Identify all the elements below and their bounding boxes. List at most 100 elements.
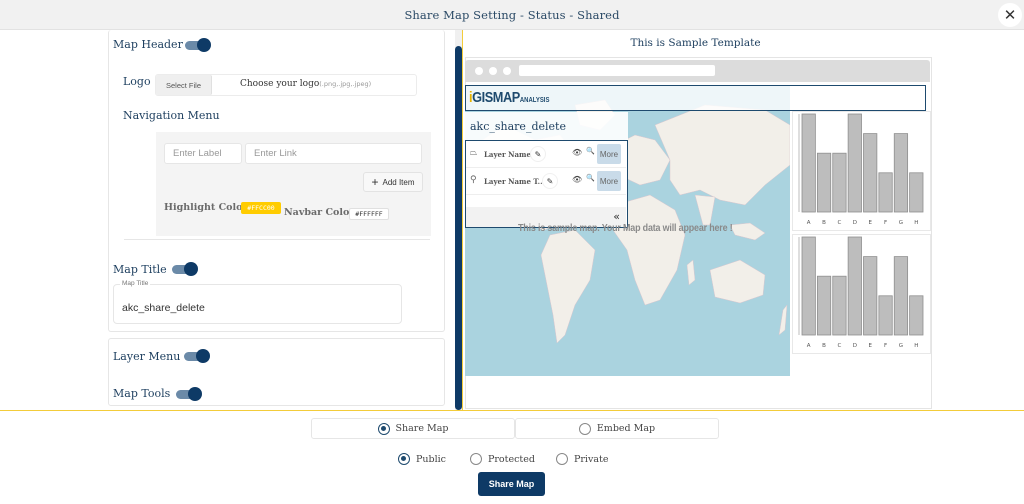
x-tick-label: B xyxy=(822,220,826,226)
navigation-menu-label: Navigation Menu xyxy=(123,109,220,122)
navbar-color-picker[interactable]: #FFFFFF xyxy=(349,208,389,220)
bar-F xyxy=(878,172,893,213)
window-dot xyxy=(489,67,497,75)
bar-H xyxy=(909,172,924,213)
x-tick-label: F xyxy=(884,220,887,226)
map-title-label: Map Title xyxy=(113,263,167,276)
preview-map-title: akc_share_delete xyxy=(465,112,628,140)
bar-B xyxy=(816,275,832,336)
x-tick-label: E xyxy=(868,220,872,226)
settings-scrollbar-thumb[interactable] xyxy=(455,46,462,410)
bar-D xyxy=(847,236,862,336)
edit-icon[interactable]: ✎ xyxy=(542,173,558,189)
x-tick-label: D xyxy=(853,343,857,349)
private-radio[interactable] xyxy=(556,453,568,465)
layer-menu-label: Layer Menu xyxy=(113,350,181,363)
map-tools-toggle[interactable] xyxy=(176,387,202,401)
vertical-accent-divider xyxy=(462,30,463,411)
logo-label: Logo xyxy=(123,75,151,88)
x-tick-label: H xyxy=(914,220,918,226)
add-item-button[interactable]: + Add Item xyxy=(363,172,423,192)
highlight-color-label: Highlight Color xyxy=(164,202,248,213)
embed-map-tab[interactable]: Embed Map xyxy=(515,418,719,439)
x-tick-label: C xyxy=(838,220,842,226)
dialog-title: Share Map Setting - Status - Shared xyxy=(404,8,620,22)
bar-A xyxy=(801,236,816,336)
x-tick-label: A xyxy=(807,220,811,226)
bar-E xyxy=(863,256,878,336)
share-map-tab[interactable]: Share Map xyxy=(311,418,515,439)
map-header-toggle[interactable] xyxy=(185,38,211,52)
sample-map-message: This is sample map. Your Map data will a… xyxy=(518,222,733,234)
x-tick-label: H xyxy=(914,343,918,349)
x-tick-label: A xyxy=(807,343,811,349)
eye-icon[interactable]: 👁 xyxy=(572,175,582,184)
bar-G xyxy=(893,133,909,213)
bar-chart-svg: A B C D E F G H xyxy=(798,236,924,349)
layer-menu-toggle[interactable] xyxy=(184,349,210,363)
gismap-logo: iGISMAPANALYSIS xyxy=(469,89,550,106)
zoom-icon[interactable]: 🔍 xyxy=(586,174,595,182)
layer-item[interactable]: ⚲ Layer Name T... ✎ 👁 🔍 More xyxy=(466,168,626,195)
close-button[interactable]: ✕ xyxy=(998,3,1022,27)
bar-D xyxy=(847,113,862,213)
bar-C xyxy=(832,275,847,336)
divider xyxy=(124,239,430,240)
horizontal-accent-divider xyxy=(0,410,1024,411)
nav-link-input[interactable]: Enter Link xyxy=(245,143,422,164)
bar-A xyxy=(801,113,816,213)
bar-B xyxy=(816,152,832,213)
protected-radio[interactable] xyxy=(470,453,482,465)
bar-chart-svg: A B C D E F G H xyxy=(798,113,924,226)
eye-icon[interactable]: 👁 xyxy=(572,148,582,157)
bar-G xyxy=(893,256,909,336)
window-dot xyxy=(475,67,483,75)
nav-label-input[interactable]: Enter Label xyxy=(164,143,242,164)
bar-F xyxy=(878,295,893,336)
window-dot xyxy=(503,67,511,75)
preview-layer-panel: ⏢ Layer Name ✎ 👁 🔍 More ⚲ Layer Name T..… xyxy=(465,140,628,228)
x-tick-label: B xyxy=(822,343,826,349)
logo-placeholder: Choose your logo(.png,.jpg,.jpeg) xyxy=(240,79,372,89)
x-tick-label: D xyxy=(853,220,857,226)
dialog-titlebar: Share Map Setting - Status - Shared ✕ xyxy=(0,0,1024,30)
map-header-label: Map Header xyxy=(113,38,183,51)
polygon-icon: ⏢ xyxy=(470,148,478,158)
privacy-option-private[interactable]: Private xyxy=(556,452,608,466)
map-title-input[interactable]: Map Title akc_share_delete xyxy=(113,280,402,324)
map-title-value: akc_share_delete xyxy=(122,302,205,314)
url-bar xyxy=(519,65,715,76)
map-pin-icon: ⚲ xyxy=(470,175,477,185)
close-icon: ✕ xyxy=(1003,6,1017,24)
bar-H xyxy=(909,295,924,336)
bar-C xyxy=(832,152,847,213)
preview-map-header: iGISMAPANALYSIS xyxy=(465,85,926,111)
x-tick-label: F xyxy=(884,343,887,349)
map-title-field-label: Map Title xyxy=(120,280,151,287)
privacy-option-protected[interactable]: Protected xyxy=(470,452,535,466)
public-radio[interactable] xyxy=(398,453,410,465)
x-tick-label: C xyxy=(838,343,842,349)
sample-bar-chart-1: A B C D E F G H xyxy=(792,111,931,231)
share-map-radio[interactable] xyxy=(377,422,390,435)
highlight-color-picker[interactable]: #FFCC00 xyxy=(241,202,281,214)
more-button[interactable]: More xyxy=(597,171,621,191)
x-tick-label: G xyxy=(899,220,903,226)
x-tick-label: G xyxy=(899,343,903,349)
map-tools-label: Map Tools xyxy=(113,387,171,400)
map-title-toggle[interactable] xyxy=(172,262,198,276)
embed-map-radio[interactable] xyxy=(578,422,591,435)
zoom-icon[interactable]: 🔍 xyxy=(586,147,595,155)
select-file-button[interactable]: Select File xyxy=(156,75,212,95)
sample-bar-chart-2: A B C D E F G H xyxy=(792,234,931,354)
privacy-option-public[interactable]: Public xyxy=(398,452,446,466)
logo-file-input[interactable]: Select File Choose your logo(.png,.jpg,.… xyxy=(155,74,417,96)
share-map-button[interactable]: Share Map xyxy=(478,472,545,496)
bar-E xyxy=(863,133,878,213)
layer-item[interactable]: ⏢ Layer Name ✎ 👁 🔍 More xyxy=(466,141,626,168)
edit-icon[interactable]: ✎ xyxy=(530,146,546,162)
more-button[interactable]: More xyxy=(597,144,621,164)
plus-icon: + xyxy=(371,175,379,189)
navbar-color-label: Navbar Color xyxy=(284,207,355,218)
preview-heading: This is Sample Template xyxy=(630,37,761,49)
